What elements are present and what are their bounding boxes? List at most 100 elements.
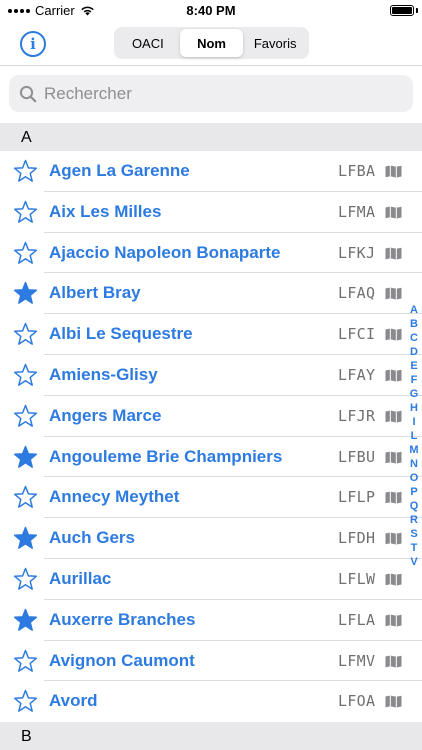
star-outline-icon[interactable]: [13, 404, 38, 428]
star-outline-icon[interactable]: [13, 649, 38, 673]
section-letter: B: [21, 728, 32, 745]
section-index-letter[interactable]: F: [411, 373, 418, 387]
section-index-letter[interactable]: H: [410, 401, 418, 415]
star-filled-icon[interactable]: [13, 281, 38, 305]
star-outline-icon[interactable]: [13, 200, 38, 224]
star-outline-icon[interactable]: [13, 241, 38, 265]
airfield-code: LFMV: [338, 651, 376, 670]
map-icon[interactable]: [385, 695, 402, 708]
status-bar: Carrier 8:40 PM: [0, 0, 422, 22]
airfield-row[interactable]: Annecy Meythet LFLP: [0, 477, 422, 518]
airfield-row[interactable]: Auxerre Branches LFLA: [0, 600, 422, 641]
section-index-letter[interactable]: E: [410, 359, 417, 373]
airfield-row[interactable]: Avignon Caumont LFMV: [0, 641, 422, 682]
airfield-row[interactable]: Angouleme Brie Champniers LFBU: [0, 437, 422, 478]
airfield-name: Aix Les Milles: [49, 201, 162, 221]
map-icon[interactable]: [385, 655, 402, 668]
airfield-row[interactable]: Avord LFOA: [0, 681, 422, 722]
map-icon[interactable]: [385, 491, 402, 504]
map-icon[interactable]: [385, 410, 402, 423]
airfield-code: LFLA: [338, 610, 376, 629]
star-filled-icon[interactable]: [13, 445, 38, 469]
map-icon[interactable]: [385, 532, 402, 545]
section-header-a: A: [0, 123, 422, 151]
battery-icon: [390, 5, 414, 16]
airfield-name: Angers Marce: [49, 405, 162, 425]
star-filled-icon[interactable]: [13, 526, 38, 550]
airfield-row[interactable]: Ajaccio Napoleon Bonaparte LFKJ: [0, 233, 422, 274]
battery-cap: [416, 8, 418, 13]
map-icon[interactable]: [385, 573, 402, 586]
airfield-name: Albert Bray: [49, 283, 141, 303]
section-letter: A: [21, 129, 32, 146]
airfield-name: Agen La Garenne: [49, 161, 190, 180]
section-index-letter[interactable]: Q: [410, 499, 419, 513]
section-index-letter[interactable]: T: [411, 541, 418, 555]
sort-segmented-control: OACI Nom Favoris: [114, 27, 309, 59]
section-index-letter[interactable]: A: [410, 303, 418, 317]
map-icon[interactable]: [385, 247, 402, 260]
section-index-letter[interactable]: D: [410, 345, 418, 359]
status-time: 8:40 PM: [186, 3, 236, 18]
airfield-name: Annecy Meythet: [49, 487, 180, 507]
section-index-letter[interactable]: I: [412, 415, 415, 429]
section-index-letter[interactable]: M: [409, 443, 418, 457]
section-index-letter[interactable]: S: [410, 527, 417, 541]
airfield-code: LFDH: [338, 529, 376, 548]
airfield-name: Ajaccio Napoleon Bonaparte: [49, 242, 281, 262]
airfield-code: LFJR: [338, 406, 376, 425]
section-index-letter[interactable]: N: [410, 457, 418, 471]
map-icon[interactable]: [385, 451, 402, 464]
section-index-letter[interactable]: V: [410, 555, 417, 569]
star-outline-icon[interactable]: [13, 485, 38, 509]
segment-nom[interactable]: Nom: [179, 29, 244, 57]
map-icon[interactable]: [385, 328, 402, 341]
airfield-code: LFLW: [338, 569, 376, 588]
segment-oaci[interactable]: OACI: [116, 29, 180, 57]
airfield-code: LFBU: [338, 447, 376, 466]
section-header-b: B: [0, 722, 422, 750]
map-icon[interactable]: [385, 614, 402, 627]
star-outline-icon[interactable]: [13, 159, 38, 183]
info-button[interactable]: i: [20, 31, 46, 57]
map-icon[interactable]: [385, 206, 402, 219]
airfield-row[interactable]: Albi Le Sequestre LFCI: [0, 314, 422, 355]
section-index-letter[interactable]: P: [410, 485, 417, 499]
airfield-row[interactable]: Agen La Garenne LFBA: [0, 151, 422, 192]
star-outline-icon[interactable]: [13, 689, 38, 713]
airfield-row[interactable]: Aurillac LFLW: [0, 559, 422, 600]
airfield-row[interactable]: Amiens-Glisy LFAY: [0, 355, 422, 396]
airfield-name: Auxerre Branches: [49, 609, 196, 629]
section-index[interactable]: ABCDEFGHILMNOPQRSTV: [406, 303, 422, 569]
airfield-code: LFKJ: [338, 243, 376, 262]
star-outline-icon[interactable]: [13, 567, 38, 591]
airfield-name: Avignon Caumont: [49, 650, 195, 670]
airfield-row[interactable]: Angers Marce LFJR: [0, 396, 422, 437]
section-index-letter[interactable]: G: [410, 387, 419, 401]
star-outline-icon[interactable]: [13, 363, 38, 387]
section-index-letter[interactable]: O: [410, 471, 419, 485]
airfield-name: Albi Le Sequestre: [49, 324, 193, 344]
star-filled-icon[interactable]: [13, 608, 38, 632]
section-index-letter[interactable]: R: [410, 513, 418, 527]
section-index-letter[interactable]: L: [411, 429, 418, 443]
airfield-row[interactable]: Albert Bray LFAQ: [0, 273, 422, 314]
airfield-code: LFCI: [338, 325, 376, 344]
search-bar[interactable]: [9, 75, 413, 112]
search-input[interactable]: [44, 83, 404, 104]
airfield-code: LFAY: [338, 365, 376, 384]
map-icon[interactable]: [385, 369, 402, 382]
map-icon[interactable]: [385, 287, 402, 300]
airfield-name: Angouleme Brie Champniers: [49, 446, 283, 466]
airfield-code: LFMA: [338, 202, 376, 221]
segment-favoris[interactable]: Favoris: [243, 29, 307, 57]
airfield-row[interactable]: Aix Les Milles LFMA: [0, 192, 422, 233]
section-index-letter[interactable]: B: [410, 317, 418, 331]
star-outline-icon[interactable]: [13, 322, 38, 346]
airfield-code: LFOA: [338, 692, 376, 711]
map-icon[interactable]: [385, 165, 402, 178]
info-icon: i: [30, 35, 36, 53]
airfield-row[interactable]: Auch Gers LFDH: [0, 518, 422, 559]
airfield-code: LFBA: [338, 162, 376, 180]
section-index-letter[interactable]: C: [410, 331, 418, 345]
